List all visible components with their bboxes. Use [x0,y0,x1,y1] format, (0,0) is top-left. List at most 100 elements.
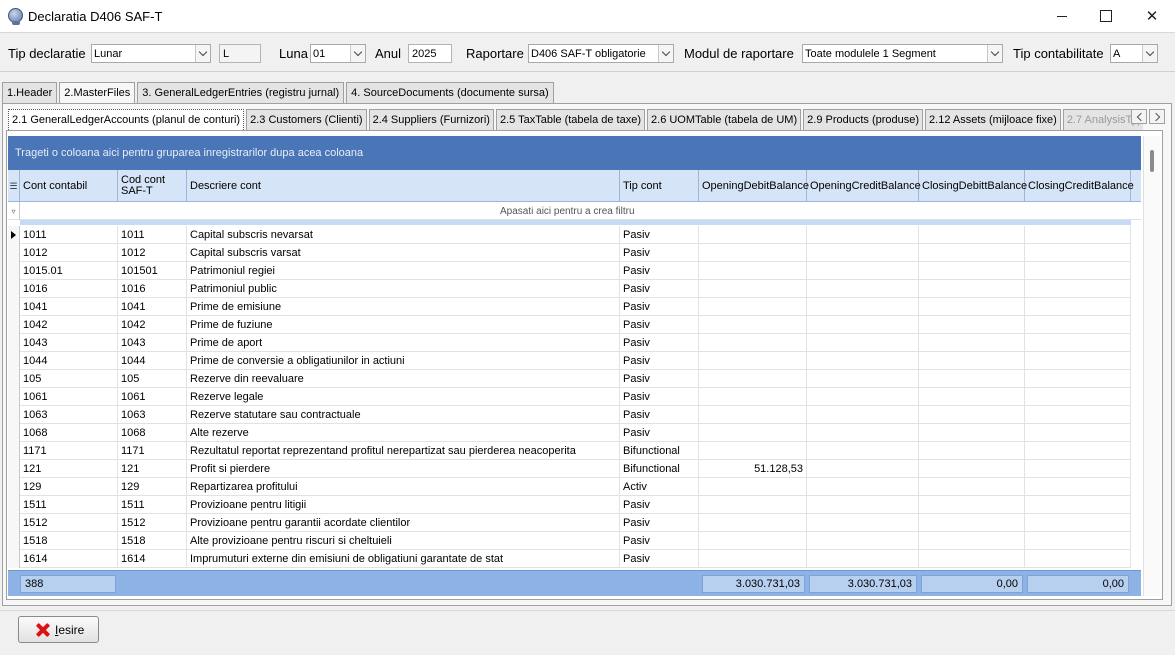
cell-cont-contabil[interactable]: 1016 [20,280,118,298]
cell-opening-credit[interactable] [807,370,919,388]
cell-opening-credit[interactable] [807,298,919,316]
cell-opening-credit[interactable] [807,442,919,460]
tabs-scroll-left-button[interactable] [1131,109,1147,124]
table-row[interactable]: 1061 1061 Rezerve legale Pasiv [8,388,1131,406]
filter-hint[interactable]: Apasati aici pentru a crea filtru [500,206,635,217]
cell-tip-cont[interactable]: Pasiv [620,388,699,406]
cell-tip-cont[interactable]: Pasiv [620,424,699,442]
cell-tip-cont[interactable]: Pasiv [620,334,699,352]
cell-descriere-cont[interactable]: Rezerve statutare sau contractuale [187,406,620,424]
cell-cod-cont-saft[interactable]: 1512 [118,514,187,532]
row-selector[interactable] [8,316,20,334]
chevron-down-icon[interactable] [987,45,1002,62]
cell-closing-debit[interactable] [919,532,1025,550]
current-row-indicator-icon[interactable] [8,226,20,244]
table-row[interactable]: 1012 1012 Capital subscris varsat Pasiv [8,244,1131,262]
cell-closing-credit[interactable] [1025,280,1131,298]
cell-closing-credit[interactable] [1025,370,1131,388]
col-closing-debit[interactable]: ClosingDebittBalance [919,170,1027,202]
row-selector[interactable] [8,442,20,460]
cell-cod-cont-saft[interactable]: 1063 [118,406,187,424]
tip-declaratie-code-field[interactable]: L [219,44,261,63]
cell-tip-cont[interactable]: Pasiv [620,244,699,262]
cell-tip-cont[interactable]: Bifunctional [620,442,699,460]
cell-cont-contabil[interactable]: 1042 [20,316,118,334]
cell-tip-cont[interactable]: Pasiv [620,262,699,280]
cell-closing-debit[interactable] [919,370,1025,388]
cell-descriere-cont[interactable]: Capital subscris nevarsat [187,226,620,244]
cell-opening-credit[interactable] [807,262,919,280]
col-opening-credit[interactable]: OpeningCreditBalance [807,170,921,202]
cell-opening-debit[interactable] [699,406,807,424]
row-selector[interactable] [8,388,20,406]
row-selector[interactable] [8,262,20,280]
cell-opening-credit[interactable] [807,550,919,568]
cell-cod-cont-saft[interactable]: 1614 [118,550,187,568]
cell-closing-debit[interactable] [919,460,1025,478]
row-selector[interactable] [8,298,20,316]
table-row[interactable]: 1042 1042 Prime de fuziune Pasiv [8,316,1131,334]
cell-closing-credit[interactable] [1025,532,1131,550]
cell-opening-credit[interactable] [807,280,919,298]
cell-opening-credit[interactable] [807,460,919,478]
cell-cod-cont-saft[interactable]: 1043 [118,334,187,352]
cell-cod-cont-saft[interactable]: 1171 [118,442,187,460]
cell-cont-contabil[interactable]: 1511 [20,496,118,514]
cell-opening-credit[interactable] [807,406,919,424]
cell-closing-credit[interactable] [1025,226,1131,244]
cell-cont-contabil[interactable]: 1512 [20,514,118,532]
cell-tip-cont[interactable]: Pasiv [620,226,699,244]
chevron-down-icon[interactable] [195,45,210,62]
cell-closing-credit[interactable] [1025,352,1131,370]
cell-cod-cont-saft[interactable]: 1012 [118,244,187,262]
cell-tip-cont[interactable]: Pasiv [620,406,699,424]
cell-cont-contabil[interactable]: 105 [20,370,118,388]
cell-descriere-cont[interactable]: Provizioane pentru garantii acordate cli… [187,514,620,532]
cell-opening-debit[interactable] [699,514,807,532]
cell-closing-debit[interactable] [919,244,1025,262]
cell-closing-credit[interactable] [1025,388,1131,406]
cell-opening-credit[interactable] [807,532,919,550]
cell-cod-cont-saft[interactable]: 1016 [118,280,187,298]
cell-cont-contabil[interactable]: 1012 [20,244,118,262]
row-selector[interactable] [8,478,20,496]
cell-opening-debit[interactable] [699,388,807,406]
cell-opening-debit[interactable] [699,334,807,352]
cell-descriere-cont[interactable]: Alte rezerve [187,424,620,442]
col-descriere-cont[interactable]: Descriere cont [187,170,620,202]
cell-closing-debit[interactable] [919,262,1025,280]
cell-closing-credit[interactable] [1025,424,1131,442]
luna-select[interactable]: 01 [310,44,366,63]
table-row[interactable]: 1063 1063 Rezerve statutare sau contractua… [8,406,1131,424]
cell-closing-credit[interactable] [1025,316,1131,334]
cell-cont-contabil[interactable]: 121 [20,460,118,478]
cell-descriere-cont[interactable]: Prime de fuziune [187,316,620,334]
tab-masterfiles[interactable]: 2.MasterFiles [59,82,136,104]
anul-field[interactable]: 2025 [408,44,452,63]
cell-descriere-cont[interactable]: Provizioane pentru litigii [187,496,620,514]
maximize-button[interactable] [1083,0,1129,32]
table-row[interactable]: 1512 1512 Provizioane pentru garantii acor… [8,514,1131,532]
cell-closing-credit[interactable] [1025,514,1131,532]
cell-closing-credit[interactable] [1025,460,1131,478]
tab-uomtable[interactable]: 2.6 UOMTable (tabela de UM) [647,109,802,130]
cell-closing-credit[interactable] [1025,334,1131,352]
cell-cont-contabil[interactable]: 129 [20,478,118,496]
table-row[interactable]: 1041 1041 Prime de emisiune Pasiv [8,298,1131,316]
cell-closing-debit[interactable] [919,352,1025,370]
cell-descriere-cont[interactable]: Prime de conversie a obligatiunilor in a… [187,352,620,370]
cell-closing-debit[interactable] [919,424,1025,442]
cell-tip-cont[interactable]: Pasiv [620,316,699,334]
cell-closing-credit[interactable] [1025,262,1131,280]
row-selector[interactable] [8,496,20,514]
cell-descriere-cont[interactable]: Profit si pierdere [187,460,620,478]
cell-opening-debit[interactable] [699,550,807,568]
cell-opening-credit[interactable] [807,244,919,262]
scrollbar-thumb[interactable] [1150,150,1154,172]
cell-tip-cont[interactable]: Pasiv [620,532,699,550]
tab-customers[interactable]: 2.3 Customers (Clienti) [246,109,367,130]
table-row[interactable]: 105 105 Rezerve din reevaluare Pasiv [8,370,1131,388]
row-selector[interactable] [8,244,20,262]
cell-descriere-cont[interactable]: Prime de emisiune [187,298,620,316]
cell-closing-credit[interactable] [1025,406,1131,424]
